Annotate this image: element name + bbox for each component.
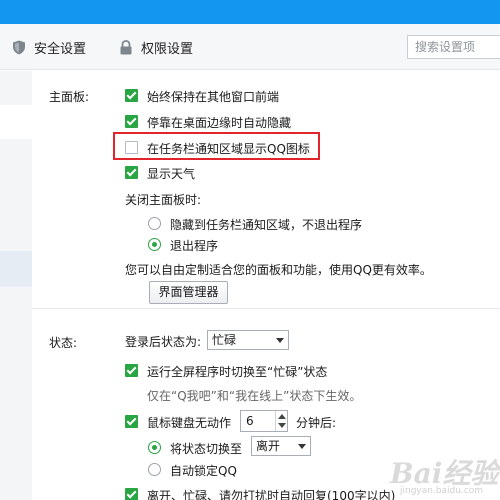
fullscreen-hint: 仅在“Q我吧”和“我在线上”状态下生效。 (147, 389, 362, 403)
idle-minutes-value: 6 (246, 414, 254, 428)
chevron-down-icon[interactable] (278, 423, 286, 428)
option-auto-hide-label[interactable]: 停靠在桌面边缘时自动隐藏 (147, 114, 291, 131)
radio-switch-status[interactable] (148, 441, 161, 454)
stepper-buttons[interactable] (275, 411, 287, 431)
option-show-weather-label[interactable]: 显示天气 (147, 165, 195, 182)
window-title-bar (0, 0, 500, 24)
option-fullscreen-busy-label[interactable]: 运行全屏程序时切换至“忙碌”状态 (147, 363, 327, 380)
tab-security-label: 安全设置 (34, 41, 87, 57)
search-input[interactable] (407, 35, 500, 59)
shield-icon (12, 40, 26, 55)
checkbox-auto-hide[interactable] (125, 115, 138, 128)
left-sidebar (0, 71, 32, 500)
tab-permissions-label: 权限设置 (141, 41, 194, 57)
sidebar-item[interactable] (0, 105, 32, 139)
login-status-value: 忙碌 (212, 333, 237, 347)
section-label-main-panel: 主面板: (49, 90, 90, 104)
radio-exit-program[interactable] (148, 238, 161, 251)
chevron-down-icon (298, 444, 306, 449)
radio-hide-to-tray-label[interactable]: 隐藏到任务栏通知区域，不退出程序 (170, 216, 362, 233)
idle-minutes-stepper[interactable]: 6 (240, 410, 288, 432)
tab-security[interactable]: 安全设置 (12, 37, 86, 57)
radio-auto-lock-label[interactable]: 自动锁定QQ (170, 462, 237, 479)
radio-auto-lock[interactable] (148, 463, 161, 476)
idle-status-value: 离开 (256, 439, 281, 453)
chevron-up-icon[interactable] (278, 414, 286, 419)
radio-exit-program-label[interactable]: 退出程序 (170, 237, 218, 254)
interface-manager-button[interactable]: 界面管理器 (149, 281, 228, 304)
customization-note: 您可以自由定制适合您的面板和功能，使用QQ更有效率。 (125, 263, 432, 277)
radio-switch-status-label[interactable]: 将状态切换至 (170, 440, 242, 457)
checkbox-idle-switch[interactable] (125, 415, 138, 428)
option-idle-prefix-label[interactable]: 鼠标键盘无动作 (147, 414, 231, 431)
login-status-label: 登录后状态为: (125, 335, 202, 349)
section-label-status: 状态: (49, 336, 78, 350)
idle-status-select[interactable]: 离开 (251, 436, 311, 456)
checkbox-always-on-top[interactable] (125, 89, 138, 102)
settings-tab-bar: 安全设置 权限设置 (0, 24, 500, 70)
section-divider (32, 308, 500, 309)
chevron-down-icon (276, 338, 284, 343)
close-panel-heading: 关闭主面板时: (125, 193, 202, 207)
option-always-on-top-label[interactable]: 始终保持在其他窗口前端 (147, 88, 279, 105)
option-auto-reply-label[interactable]: 离开、忙碌、请勿打扰时自动回复(100字以内) (147, 487, 395, 500)
login-status-select[interactable]: 忙碌 (207, 330, 289, 350)
lock-icon (119, 39, 133, 55)
checkbox-fullscreen-busy[interactable] (125, 364, 138, 377)
sidebar-item-selected[interactable] (0, 251, 32, 287)
checkbox-auto-reply[interactable] (125, 488, 138, 500)
watermark-url: jingyan.baidu.com (400, 486, 484, 496)
checkbox-show-weather[interactable] (125, 166, 138, 179)
radio-hide-to-tray[interactable] (148, 217, 161, 230)
tab-permissions[interactable]: 权限设置 (119, 37, 193, 57)
option-idle-suffix-label: 分钟后: (296, 416, 337, 430)
red-highlight-box (113, 132, 320, 160)
